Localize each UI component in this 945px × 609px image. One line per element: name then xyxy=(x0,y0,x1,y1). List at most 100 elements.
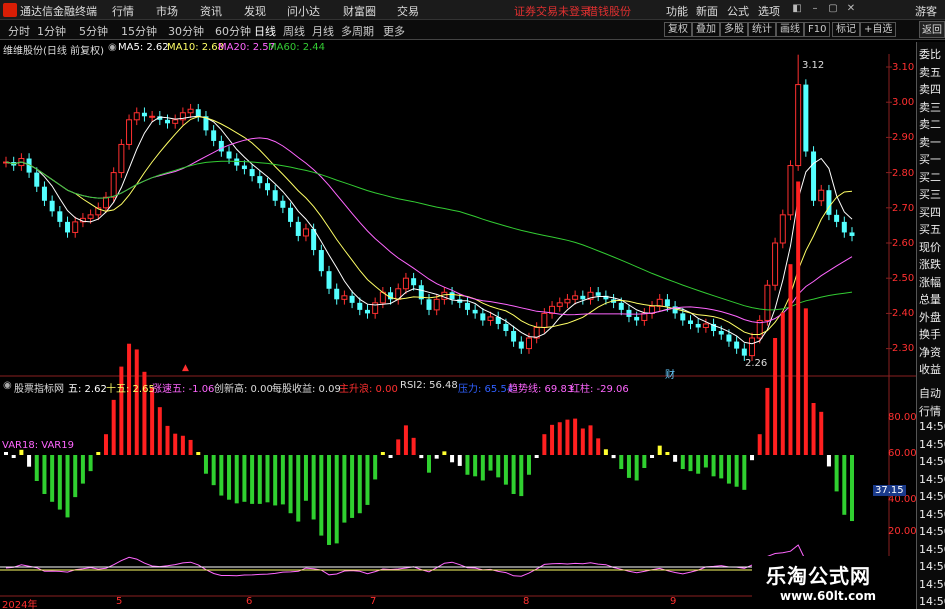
low-price-label: 2.26 xyxy=(745,358,768,369)
period-1min[interactable]: 1分钟 xyxy=(37,23,66,39)
date-label: 7 xyxy=(370,596,377,607)
side-quote-label: 外盘 xyxy=(919,310,941,324)
diejia-button[interactable]: 叠加 xyxy=(692,22,720,37)
side-time-label: 14:50 xyxy=(919,472,945,486)
period-60min[interactable]: 60分钟 xyxy=(215,23,251,39)
var-label: VAR18: VAR19 xyxy=(2,440,74,451)
add-watchlist-button[interactable]: +自选 xyxy=(860,22,897,37)
f10-button[interactable]: F10 xyxy=(804,22,831,37)
login-notice[interactable]: 证券交易未登录 xyxy=(514,3,591,19)
ind-qushixian: 趋势线: 69.83 xyxy=(508,384,574,395)
period-5min[interactable]: 5分钟 xyxy=(79,23,108,39)
menu-zixun[interactable]: 资讯 xyxy=(200,3,222,19)
minimize-icon[interactable]: – xyxy=(810,4,820,14)
period-monthly[interactable]: 月线 xyxy=(312,23,334,39)
side-quote-label: 收益 xyxy=(919,363,941,376)
ind-chuangxingao: 创新高: 0.00 xyxy=(214,384,273,395)
side-quote-label: 买一 xyxy=(919,153,941,166)
ind-rsi2: RSI2: 56.48 xyxy=(400,380,458,391)
app-name: 通达信金融终端 xyxy=(20,5,97,18)
ind-meigushouyi: 每股收益: 0.09 xyxy=(272,384,341,395)
menu-gongneng[interactable]: 功能 xyxy=(666,3,688,19)
back-button[interactable]: 返回 xyxy=(919,21,945,38)
watermark: 乐淘公式网 www.60lt.com xyxy=(752,556,916,609)
period-30min[interactable]: 30分钟 xyxy=(168,23,204,39)
menu-faxian[interactable]: 发现 xyxy=(244,3,266,19)
side-quote-label: 涨跌 xyxy=(919,258,941,271)
kline-chart[interactable] xyxy=(0,40,916,600)
menu-caifuquan[interactable]: 财富圈 xyxy=(343,3,376,19)
side-quote-label: 卖二 xyxy=(919,118,941,131)
side-quote-label: 总量 xyxy=(919,293,941,306)
watermark-title: 乐淘公式网 xyxy=(766,564,871,588)
side-time-label: 14:50 xyxy=(919,455,945,468)
ind-hongzhu: 红柱: -29.06 xyxy=(570,384,629,395)
side-time-label: 14:50 xyxy=(919,490,945,503)
ind-tick: 80.00 xyxy=(888,412,917,423)
period-15min[interactable]: 15分钟 xyxy=(121,23,157,39)
stock-notice[interactable]: 借钱股份 xyxy=(587,3,631,19)
menu-shichang[interactable]: 市场 xyxy=(156,3,178,19)
side-time-label: 14:50 xyxy=(919,437,945,451)
date-label: 9 xyxy=(670,596,677,607)
side-time-label: 14:50 xyxy=(919,560,945,573)
side-time-label: 14:50 xyxy=(919,595,945,608)
menu-hangqing[interactable]: 行情 xyxy=(112,3,134,19)
period-more[interactable]: 更多 xyxy=(383,23,405,39)
ind-tick: 20.00 xyxy=(888,526,917,537)
menu-xinmian[interactable]: 新面 xyxy=(696,3,718,19)
side-tab[interactable]: 自动 xyxy=(919,385,945,401)
side-time-label: 14:50 xyxy=(919,542,945,556)
side-quote-label: 买五 xyxy=(919,223,941,236)
tongji-button[interactable]: 统计 xyxy=(748,22,776,37)
ind-yali: 压力: 65.54 xyxy=(458,384,514,395)
close-icon[interactable]: ✕ xyxy=(846,4,856,14)
earnings-marker[interactable]: 财 xyxy=(665,366,675,381)
side-quote-label: 卖一 xyxy=(919,135,941,149)
side-quote-label: 净资 xyxy=(919,345,941,359)
date-label: 6 xyxy=(246,596,253,607)
period-fenshi[interactable]: 分时 xyxy=(8,23,30,39)
side-quote-label: 换手 xyxy=(919,328,941,341)
indicator-name[interactable]: 股票指标网 xyxy=(14,380,64,395)
side-time-label: 14:50 xyxy=(919,525,945,538)
title-bar: 通达信金融终端 行情 市场 资讯 发现 问小达 财富圈 交易 证券交易未登录 借… xyxy=(0,0,945,20)
side-quote-label: 买二 xyxy=(919,170,941,184)
indicator-settings-icon[interactable]: ◉ xyxy=(3,380,12,391)
period-toolbar: 分时 1分钟 5分钟 15分钟 30分钟 60分钟 日线 周线 月线 多周期 更… xyxy=(0,20,945,40)
side-quote-label: 涨幅 xyxy=(919,275,941,289)
ind-current-value: 37.15 xyxy=(873,485,906,496)
ind-tick: 60.00 xyxy=(888,448,917,459)
menu-gongshi[interactable]: 公式 xyxy=(727,3,749,19)
side-time-label: 14:50 xyxy=(919,577,945,591)
duogu-button[interactable]: 多股 xyxy=(720,22,748,37)
watermark-url: www.60lt.com xyxy=(780,589,877,603)
fuquan-button[interactable]: 复权 xyxy=(664,22,692,37)
side-tab[interactable]: 行情 xyxy=(919,403,945,419)
skin-icon[interactable]: ◧ xyxy=(792,4,802,14)
ind-shiwu: 十五: 2.65 xyxy=(106,384,155,395)
date-label: 5 xyxy=(116,596,123,607)
menu-xuanxiang[interactable]: 选项 xyxy=(758,3,780,19)
menu-jiaoyi[interactable]: 交易 xyxy=(397,3,419,19)
side-quote-label: 卖四 xyxy=(919,83,941,96)
high-price-label: 3.12 xyxy=(802,60,825,71)
restore-icon[interactable]: ▢ xyxy=(828,4,838,14)
date-label: 2024年 xyxy=(2,600,38,609)
period-weekly[interactable]: 周线 xyxy=(283,23,305,39)
ind-wu: 五: 2.62 xyxy=(68,384,107,395)
guest-label[interactable]: 游客 xyxy=(915,3,937,19)
side-quote-label: 卖五 xyxy=(919,65,941,79)
side-quote-label: 买三 xyxy=(919,188,941,201)
side-quote-label: 卖三 xyxy=(919,100,941,114)
period-multi[interactable]: 多周期 xyxy=(341,23,374,39)
event-marker-icon[interactable]: ▲ xyxy=(182,363,189,373)
app-logo-icon xyxy=(3,3,17,17)
huaxian-button[interactable]: 画线 xyxy=(776,22,804,37)
side-quote-label: 现价 xyxy=(919,240,941,254)
ind-zhangsu: 涨速五: -1.06 xyxy=(152,384,215,395)
menu-wenxiaoda[interactable]: 问小达 xyxy=(287,3,320,19)
period-daily[interactable]: 日线 xyxy=(254,23,276,39)
biaoji-button[interactable]: 标记 xyxy=(832,22,860,37)
date-label: 8 xyxy=(523,596,530,607)
